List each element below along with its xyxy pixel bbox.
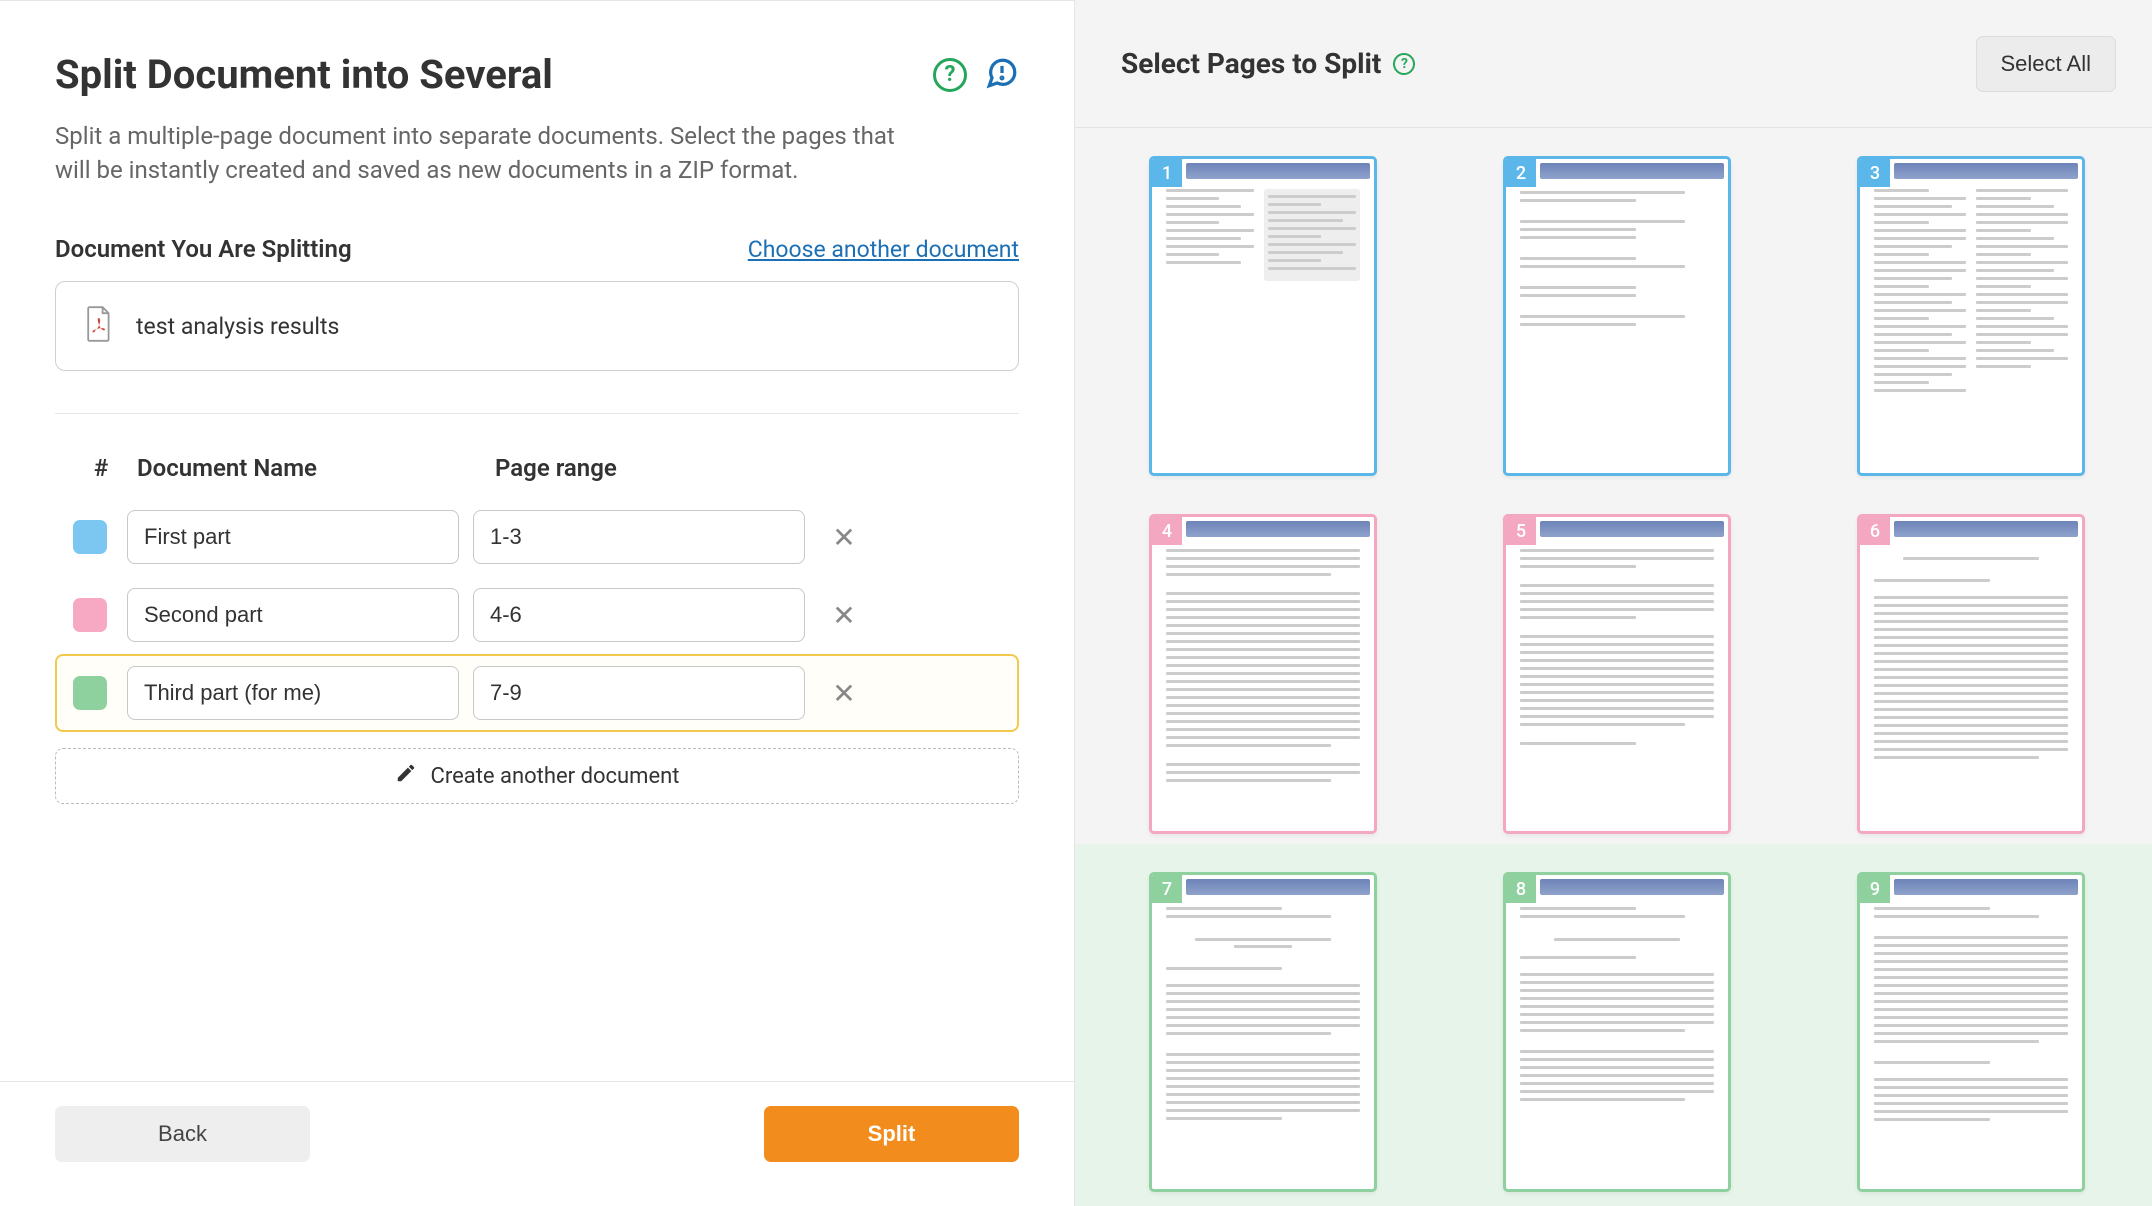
col-name: Document Name bbox=[137, 454, 495, 482]
select-all-button[interactable]: Select All bbox=[1976, 36, 2117, 92]
split-row: ✕ bbox=[55, 498, 1019, 576]
doc-name-input[interactable] bbox=[127, 588, 459, 642]
page-number: 7 bbox=[1152, 875, 1182, 903]
color-swatch-green[interactable] bbox=[73, 676, 107, 710]
page-number: 1 bbox=[1152, 159, 1182, 187]
divider bbox=[55, 413, 1019, 414]
splitting-label: Document You Are Splitting bbox=[55, 235, 352, 263]
pages-area[interactable]: 1 2 bbox=[1075, 128, 2152, 1206]
help-icon-small[interactable]: ? bbox=[1393, 53, 1415, 75]
create-another-label: Create another document bbox=[431, 764, 680, 789]
page-range-input[interactable] bbox=[473, 510, 805, 564]
page-thumbnail[interactable]: 9 bbox=[1857, 872, 2085, 1192]
footer: Back Split bbox=[0, 1081, 1074, 1206]
page-number: 9 bbox=[1860, 875, 1890, 903]
back-button[interactable]: Back bbox=[55, 1106, 310, 1162]
page-thumbnail[interactable]: 2 bbox=[1503, 156, 1731, 476]
pages-panel: Select Pages to Split ? Select All 1 2 bbox=[1075, 0, 2152, 1206]
page-range-input[interactable] bbox=[473, 666, 805, 720]
document-name: test analysis results bbox=[136, 313, 339, 340]
feedback-icon[interactable] bbox=[985, 56, 1019, 94]
page-number: 8 bbox=[1506, 875, 1536, 903]
current-document-box: test analysis results bbox=[55, 281, 1019, 371]
page-number: 3 bbox=[1860, 159, 1890, 187]
page-thumbnail[interactable]: 3 bbox=[1857, 156, 2085, 476]
col-range: Page range bbox=[495, 454, 1009, 482]
color-swatch-blue[interactable] bbox=[73, 520, 107, 554]
page-number: 5 bbox=[1506, 517, 1536, 545]
pdf-icon bbox=[84, 306, 114, 346]
page-thumbnail[interactable]: 4 bbox=[1149, 514, 1377, 834]
col-hash: # bbox=[65, 454, 137, 482]
doc-name-input[interactable] bbox=[127, 666, 459, 720]
color-swatch-pink[interactable] bbox=[73, 598, 107, 632]
page-range-input[interactable] bbox=[473, 588, 805, 642]
delete-row-button[interactable]: ✕ bbox=[819, 512, 869, 562]
split-button[interactable]: Split bbox=[764, 1106, 1019, 1162]
delete-row-button[interactable]: ✕ bbox=[819, 668, 869, 718]
page-title: Split Document into Several bbox=[55, 51, 553, 98]
split-table: # Document Name Page range ✕ ✕ bbox=[55, 454, 1019, 804]
page-thumbnail[interactable]: 8 bbox=[1503, 872, 1731, 1192]
split-row-active: ✕ bbox=[55, 654, 1019, 732]
pen-icon bbox=[395, 762, 417, 790]
split-row: ✕ bbox=[55, 576, 1019, 654]
doc-name-input[interactable] bbox=[127, 510, 459, 564]
page-thumbnail[interactable]: 1 bbox=[1149, 156, 1377, 476]
page-thumbnail[interactable]: 7 bbox=[1149, 872, 1377, 1192]
choose-another-link[interactable]: Choose another document bbox=[748, 236, 1019, 263]
page-number: 6 bbox=[1860, 517, 1890, 545]
page-number: 2 bbox=[1506, 159, 1536, 187]
help-icon[interactable]: ? bbox=[933, 58, 967, 92]
page-number: 4 bbox=[1152, 517, 1182, 545]
page-thumbnail[interactable]: 5 bbox=[1503, 514, 1731, 834]
page-thumbnail[interactable]: 6 bbox=[1857, 514, 2085, 834]
settings-panel: Split Document into Several ? Split a mu… bbox=[0, 0, 1075, 1206]
delete-row-button[interactable]: ✕ bbox=[819, 590, 869, 640]
create-another-button[interactable]: Create another document bbox=[55, 748, 1019, 804]
right-title: Select Pages to Split bbox=[1121, 47, 1381, 80]
page-subtitle: Split a multiple-page document into sepa… bbox=[55, 120, 925, 187]
